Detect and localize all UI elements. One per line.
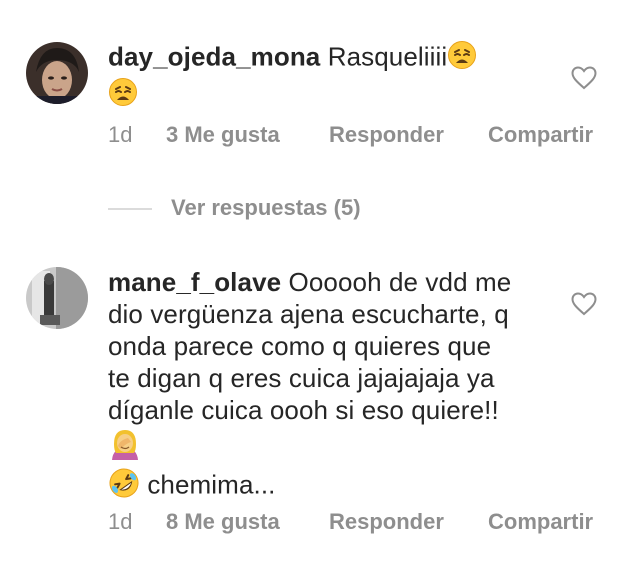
- comment-body-continued: chemima...: [147, 469, 276, 500]
- avatar[interactable]: [26, 267, 88, 329]
- replies-divider: [108, 208, 152, 210]
- heart-outline-icon[interactable]: [571, 292, 597, 316]
- comment-text: day_ojeda_mona Rasqueliiii: [108, 40, 518, 114]
- reply-button[interactable]: Responder: [329, 509, 444, 535]
- share-button[interactable]: Compartir: [488, 509, 593, 535]
- likes-count-button[interactable]: 8 Me gusta: [166, 509, 280, 535]
- woman-facepalming-emoji-icon: [108, 426, 142, 467]
- rolling-on-floor-laughing-emoji-icon: [108, 467, 140, 506]
- comment-username[interactable]: day_ojeda_mona: [108, 41, 320, 71]
- comment-time: 1d: [108, 509, 133, 534]
- weary-face-emoji-icon: [108, 77, 138, 114]
- avatar[interactable]: [26, 42, 88, 104]
- comment-1: day_ojeda_mona Rasqueliiii 1d 3 Me gusta…: [0, 0, 640, 170]
- view-replies-label[interactable]: Ver respuestas (5): [171, 195, 361, 221]
- heart-outline-icon[interactable]: [571, 66, 597, 90]
- comment-2: mane_f_olave Oooooh de vdd me dio vergüe…: [0, 250, 640, 550]
- comment-username[interactable]: mane_f_olave: [108, 267, 281, 297]
- weary-face-emoji-icon: [447, 40, 477, 77]
- reply-button[interactable]: Responder: [329, 122, 444, 148]
- share-button[interactable]: Compartir: [488, 122, 593, 148]
- likes-count-button[interactable]: 3 Me gusta: [166, 122, 280, 148]
- comment-text: mane_f_olave Oooooh de vdd me dio vergüe…: [108, 266, 518, 506]
- comment-body: Rasqueliiii: [327, 41, 448, 72]
- comment-time: 1d: [108, 122, 133, 147]
